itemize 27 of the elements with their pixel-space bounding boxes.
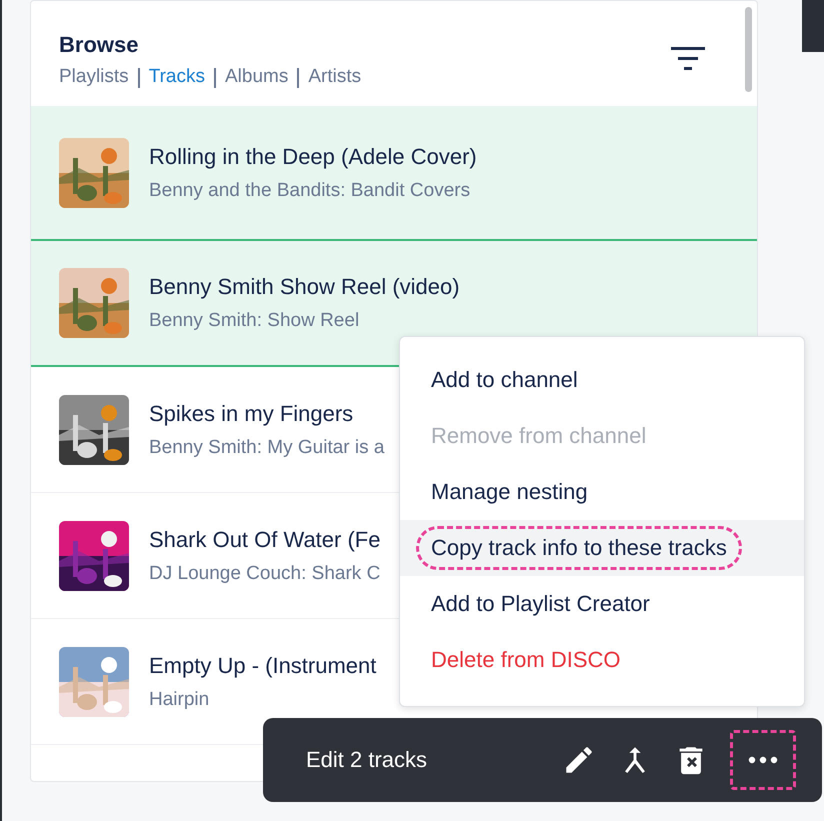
browse-tab[interactable]: Playlists — [59, 66, 138, 88]
menu-item[interactable]: Manage nesting — [400, 464, 804, 520]
more-icon — [748, 756, 778, 764]
track-row[interactable]: Shark Out Of Water (Fe DJ Lounge Couch: Shark C — [31, 493, 399, 619]
track-subtitle: Hairpin — [149, 688, 210, 710]
track-title: Rolling in the Deep (Adele Cover) — [149, 144, 477, 170]
track-title: Shark Out Of Water (Fe — [149, 526, 380, 552]
browse-tab[interactable]: Tracks — [138, 68, 214, 88]
scrollbar[interactable] — [745, 7, 752, 92]
menu-item[interactable]: Add to Playlist Creator — [400, 576, 804, 632]
browse-tab[interactable]: Albums — [214, 68, 298, 88]
track-subtitle: Benny and the Bandits: Bandit Covers — [149, 180, 472, 202]
menu-item[interactable]: Copy track info to these tracks — [400, 520, 804, 576]
track-row[interactable]: Spikes in my Fingers Benny Smith: My Guitar is a — [31, 367, 399, 493]
browse-tab[interactable]: Artists — [297, 68, 370, 88]
more-button[interactable] — [730, 730, 796, 790]
browse-title: Browse — [59, 32, 140, 58]
track-row[interactable]: Rolling in the Deep (Adele Cover) Benny and the Bandits: Bandit Covers — [31, 106, 757, 241]
menu-item[interactable]: Delete from DISCO — [400, 632, 804, 688]
track-subtitle: DJ Lounge Couch: Shark C — [149, 562, 380, 584]
track-subtitle: Benny Smith: My Guitar is a — [149, 436, 384, 458]
track-title: Benny Smith Show Reel (video) — [149, 274, 460, 300]
filter-icon[interactable] — [671, 46, 705, 72]
track-title: Spikes in my Fingers — [149, 400, 354, 426]
track-title: Empty Up - (Instrument — [149, 652, 376, 678]
track-subtitle: Benny Smith: Show Reel — [149, 310, 360, 332]
action-bar-label: Edit 2 tracks — [306, 747, 428, 773]
